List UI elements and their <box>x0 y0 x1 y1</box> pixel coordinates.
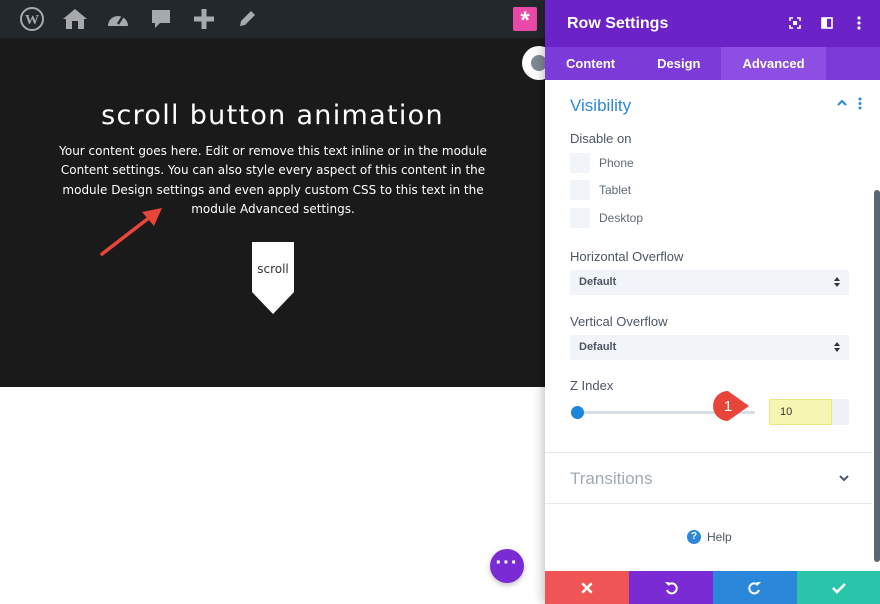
tablet-option[interactable]: Tablet <box>570 180 631 200</box>
hero-title: scroll button animation <box>101 100 444 131</box>
scroll-button[interactable]: scroll <box>252 242 294 316</box>
dashboard-gauge-icon[interactable] <box>96 0 139 38</box>
vertical-overflow-value: Default <box>579 341 617 353</box>
scroll-button-label: scroll <box>257 262 289 276</box>
close-icon <box>581 582 593 593</box>
annotation-arrow-icon <box>100 208 162 256</box>
section-divider <box>545 503 872 504</box>
home-icon[interactable] <box>53 0 96 38</box>
row-settings-panel: Row Settings Content Design Advanced Vis… <box>545 0 880 604</box>
plus-icon[interactable] <box>182 0 225 38</box>
tablet-label: Tablet <box>599 183 632 197</box>
help-link[interactable]: ? Help <box>687 530 732 544</box>
wp-admin-toolbar: W <box>0 0 545 38</box>
panel-footer <box>545 571 880 604</box>
undo-icon <box>665 581 678 594</box>
page: W * scroll button animation Your content… <box>0 0 880 604</box>
select-arrows-icon <box>834 277 840 287</box>
panel-title: Row Settings <box>567 15 669 32</box>
desktop-option[interactable]: Desktop <box>570 208 643 228</box>
transitions-section-title[interactable]: Transitions <box>570 469 653 489</box>
wordpress-logo-icon[interactable]: W <box>10 0 53 38</box>
fullscreen-icon[interactable] <box>786 14 804 32</box>
section-divider <box>545 452 872 453</box>
z-index-input[interactable]: 10 <box>769 399 849 425</box>
edit-pencil-icon[interactable] <box>225 0 268 38</box>
annotation-number: 1 <box>724 398 732 415</box>
save-button[interactable] <box>797 571 880 604</box>
horizontal-overflow-label: Horizontal Overflow <box>570 249 684 264</box>
tablet-checkbox[interactable] <box>570 180 590 200</box>
cancel-button[interactable] <box>545 571 629 604</box>
tab-design[interactable]: Design <box>636 47 721 80</box>
checkmark-icon <box>831 582 846 594</box>
desktop-label: Desktop <box>599 211 644 225</box>
horizontal-overflow-select[interactable]: Default <box>570 270 849 295</box>
settings-tabs: Content Design Advanced <box>545 47 880 80</box>
chevron-up-icon[interactable] <box>836 96 848 115</box>
visibility-section-title[interactable]: Visibility <box>570 96 631 116</box>
z-index-slider-handle[interactable] <box>571 406 584 419</box>
help-icon: ? <box>687 530 701 544</box>
more-options-button[interactable]: ··· <box>490 549 524 583</box>
horizontal-overflow-value: Default <box>579 276 617 288</box>
phone-option[interactable]: Phone <box>570 153 634 173</box>
svg-text:W: W <box>25 13 39 28</box>
disable-on-label: Disable on <box>570 131 632 146</box>
vertical-overflow-select[interactable]: Default <box>570 335 849 360</box>
tab-content[interactable]: Content <box>545 47 636 80</box>
redo-button[interactable] <box>713 571 797 604</box>
undo-button[interactable] <box>629 571 713 604</box>
z-index-value: 10 <box>780 406 793 418</box>
phone-checkbox[interactable] <box>570 153 590 173</box>
comment-icon[interactable] <box>139 0 182 38</box>
chevron-down-icon[interactable] <box>838 472 850 484</box>
redo-icon <box>748 581 761 594</box>
vertical-overflow-label: Vertical Overflow <box>570 314 668 329</box>
phone-label: Phone <box>599 156 634 170</box>
tab-advanced[interactable]: Advanced <box>721 47 826 80</box>
select-arrows-icon <box>834 342 840 352</box>
hero-section: scroll button animation Your content goe… <box>0 38 545 387</box>
section-kebab-icon[interactable] <box>858 96 862 115</box>
divi-asterisk-icon[interactable]: * <box>513 7 537 34</box>
desktop-checkbox[interactable] <box>570 208 590 228</box>
annotation-badge: 1 <box>713 391 749 421</box>
help-label: Help <box>707 530 732 544</box>
z-index-highlight <box>769 399 832 425</box>
panel-scrollbar[interactable] <box>874 190 880 562</box>
split-view-icon[interactable] <box>818 14 836 32</box>
z-index-label: Z Index <box>570 378 614 393</box>
panel-header: Row Settings <box>545 0 880 47</box>
kebab-menu-icon[interactable] <box>850 14 868 32</box>
